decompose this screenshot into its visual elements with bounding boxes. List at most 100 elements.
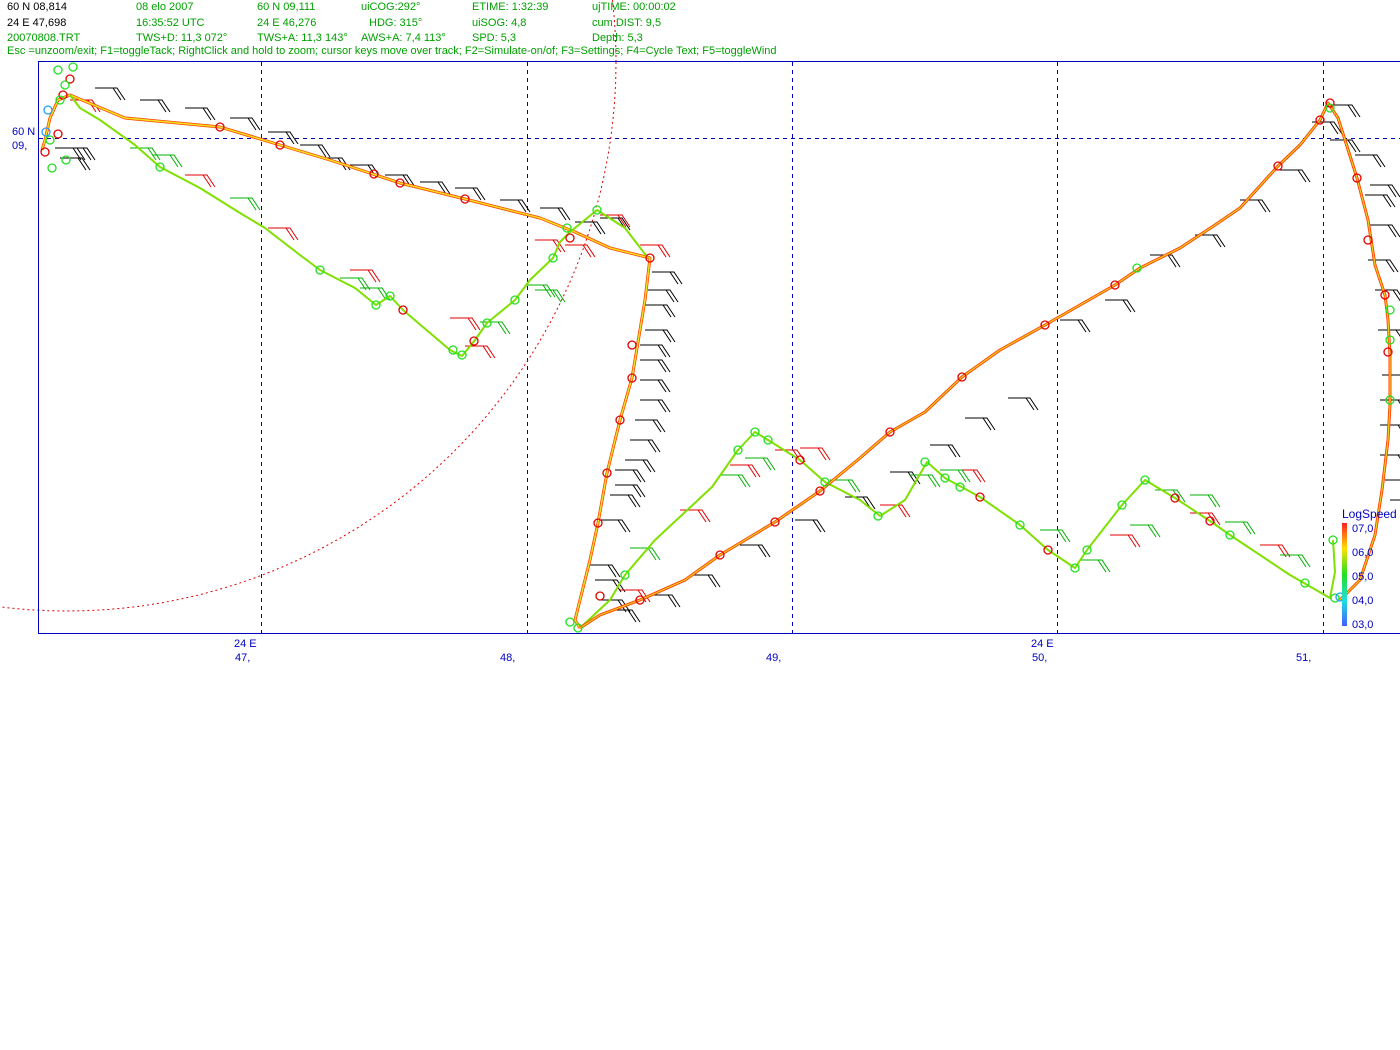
x-tick-deg-3: 24 E xyxy=(1031,638,1054,650)
wind-barb xyxy=(795,519,826,533)
wind-barb-flag xyxy=(1212,234,1222,248)
wind-barb xyxy=(740,544,771,558)
wind-barb xyxy=(525,284,556,298)
wind-barb-flag xyxy=(1097,559,1107,573)
wind-barb-flag xyxy=(642,459,652,473)
wind-barb xyxy=(1225,521,1256,535)
wind-barb-flag xyxy=(762,457,772,471)
wind-barb xyxy=(230,117,261,131)
wind-barb xyxy=(350,269,381,283)
wind-barb-flag xyxy=(707,574,717,588)
wind-barb xyxy=(800,447,831,461)
wind-barb-flag xyxy=(1347,104,1357,118)
speed-marker-slow xyxy=(43,105,53,115)
wind-barb xyxy=(1060,319,1091,333)
wind-barb xyxy=(630,547,661,561)
speed-marker-fast xyxy=(627,340,637,350)
wind-barb xyxy=(600,519,631,533)
wind-barb-flag xyxy=(582,244,592,258)
wind-barb-flag xyxy=(517,199,527,213)
wind-barb-flag xyxy=(972,469,982,483)
wind-barb-flag xyxy=(897,504,907,518)
wind-barb xyxy=(648,289,679,303)
y-axis-min-label: 09, xyxy=(12,140,28,152)
speed-marker-mid xyxy=(565,617,575,627)
wind-barb xyxy=(1385,479,1400,481)
wind-barb-flag xyxy=(737,474,747,488)
wind-barb xyxy=(1280,169,1311,183)
wind-barb xyxy=(610,494,641,508)
wind-barb-flag xyxy=(1387,224,1397,238)
wind-barb-flag xyxy=(607,564,617,578)
wind-barb-flag xyxy=(1257,199,1267,213)
wind-barb xyxy=(640,379,671,393)
track-lines xyxy=(40,93,1392,630)
wind-barb xyxy=(745,457,776,471)
wind-barb xyxy=(1355,154,1386,168)
y-axis-deg-label: 60 N xyxy=(12,126,36,138)
wind-barb-flag xyxy=(647,439,657,453)
wind-barb-flag xyxy=(1057,529,1067,543)
wind-barb-flag xyxy=(947,444,957,458)
wind-barb-flag xyxy=(1395,329,1400,337)
wind-barb-flag xyxy=(1297,554,1307,568)
track-plot[interactable] xyxy=(0,0,1400,700)
wind-barb xyxy=(95,87,126,101)
wind-barb-flag xyxy=(667,594,677,608)
wind-barb-flag xyxy=(247,197,257,211)
wind-barb-flag xyxy=(1382,194,1392,208)
x-tick-deg-0: 24 E xyxy=(234,638,257,650)
legend-item-4: 03,0 xyxy=(1352,619,1374,631)
wind-barb-flag xyxy=(665,289,675,303)
wind-barb-flag xyxy=(747,464,757,478)
wind-barb-flag xyxy=(847,479,857,493)
wind-barb xyxy=(652,271,683,285)
wind-barb xyxy=(1365,194,1396,208)
logspeed-colorbar xyxy=(1342,523,1347,626)
wind-barb-flag xyxy=(817,447,827,461)
legend-item-2: 05,0 xyxy=(1352,571,1374,583)
speed-marker-mid xyxy=(61,155,71,165)
wind-barb-flag xyxy=(482,345,492,359)
wind-barb-flag xyxy=(1242,521,1252,535)
x-tick-min-3: 50, xyxy=(1032,652,1048,664)
plot-grid xyxy=(39,62,1400,633)
wind-barb-flag xyxy=(592,221,602,235)
wind-barb-flag xyxy=(1392,289,1400,302)
wind-barb xyxy=(645,304,676,318)
wind-barb-flag xyxy=(657,359,667,373)
wind-barb-flag xyxy=(202,174,212,188)
wind-barb-flag xyxy=(157,99,167,113)
x-tick-min-1: 48, xyxy=(500,652,516,664)
speed-marker-mid xyxy=(68,62,78,72)
wind-barb-flag xyxy=(285,227,295,241)
wind-barb xyxy=(1370,224,1400,238)
legend-item-0: 07,0 xyxy=(1352,523,1374,535)
colorbar-strip xyxy=(1342,523,1347,626)
range-circle xyxy=(0,0,617,612)
wind-barb-flag xyxy=(657,244,667,258)
wind-barb-flag xyxy=(1147,524,1157,538)
wind-barb-flag xyxy=(1207,494,1217,508)
wind-barb-flag xyxy=(627,609,637,623)
wind-barb-flag xyxy=(472,187,482,201)
wind-barb xyxy=(720,474,751,488)
wind-barb-flag xyxy=(1387,184,1397,198)
wind-barb xyxy=(610,609,641,623)
legend-item-1: 06,0 xyxy=(1352,547,1374,559)
wind-barb-flag xyxy=(497,321,507,335)
wind-barb-flag xyxy=(1127,534,1137,548)
wind-barb xyxy=(650,594,681,608)
wind-barb-flag xyxy=(697,509,707,523)
wind-barb xyxy=(640,344,671,358)
wind-barb xyxy=(1105,299,1136,313)
wind-barb xyxy=(645,329,676,343)
wind-barb-flag xyxy=(367,269,377,283)
wind-barb xyxy=(590,564,621,578)
wind-barb xyxy=(1008,397,1039,411)
wind-barb-flag xyxy=(632,469,642,483)
wind-barb-flag xyxy=(1122,299,1132,313)
wind-barb-flag xyxy=(927,474,937,488)
x-tick-min-2: 49, xyxy=(766,652,782,664)
wind-barb xyxy=(185,107,216,121)
